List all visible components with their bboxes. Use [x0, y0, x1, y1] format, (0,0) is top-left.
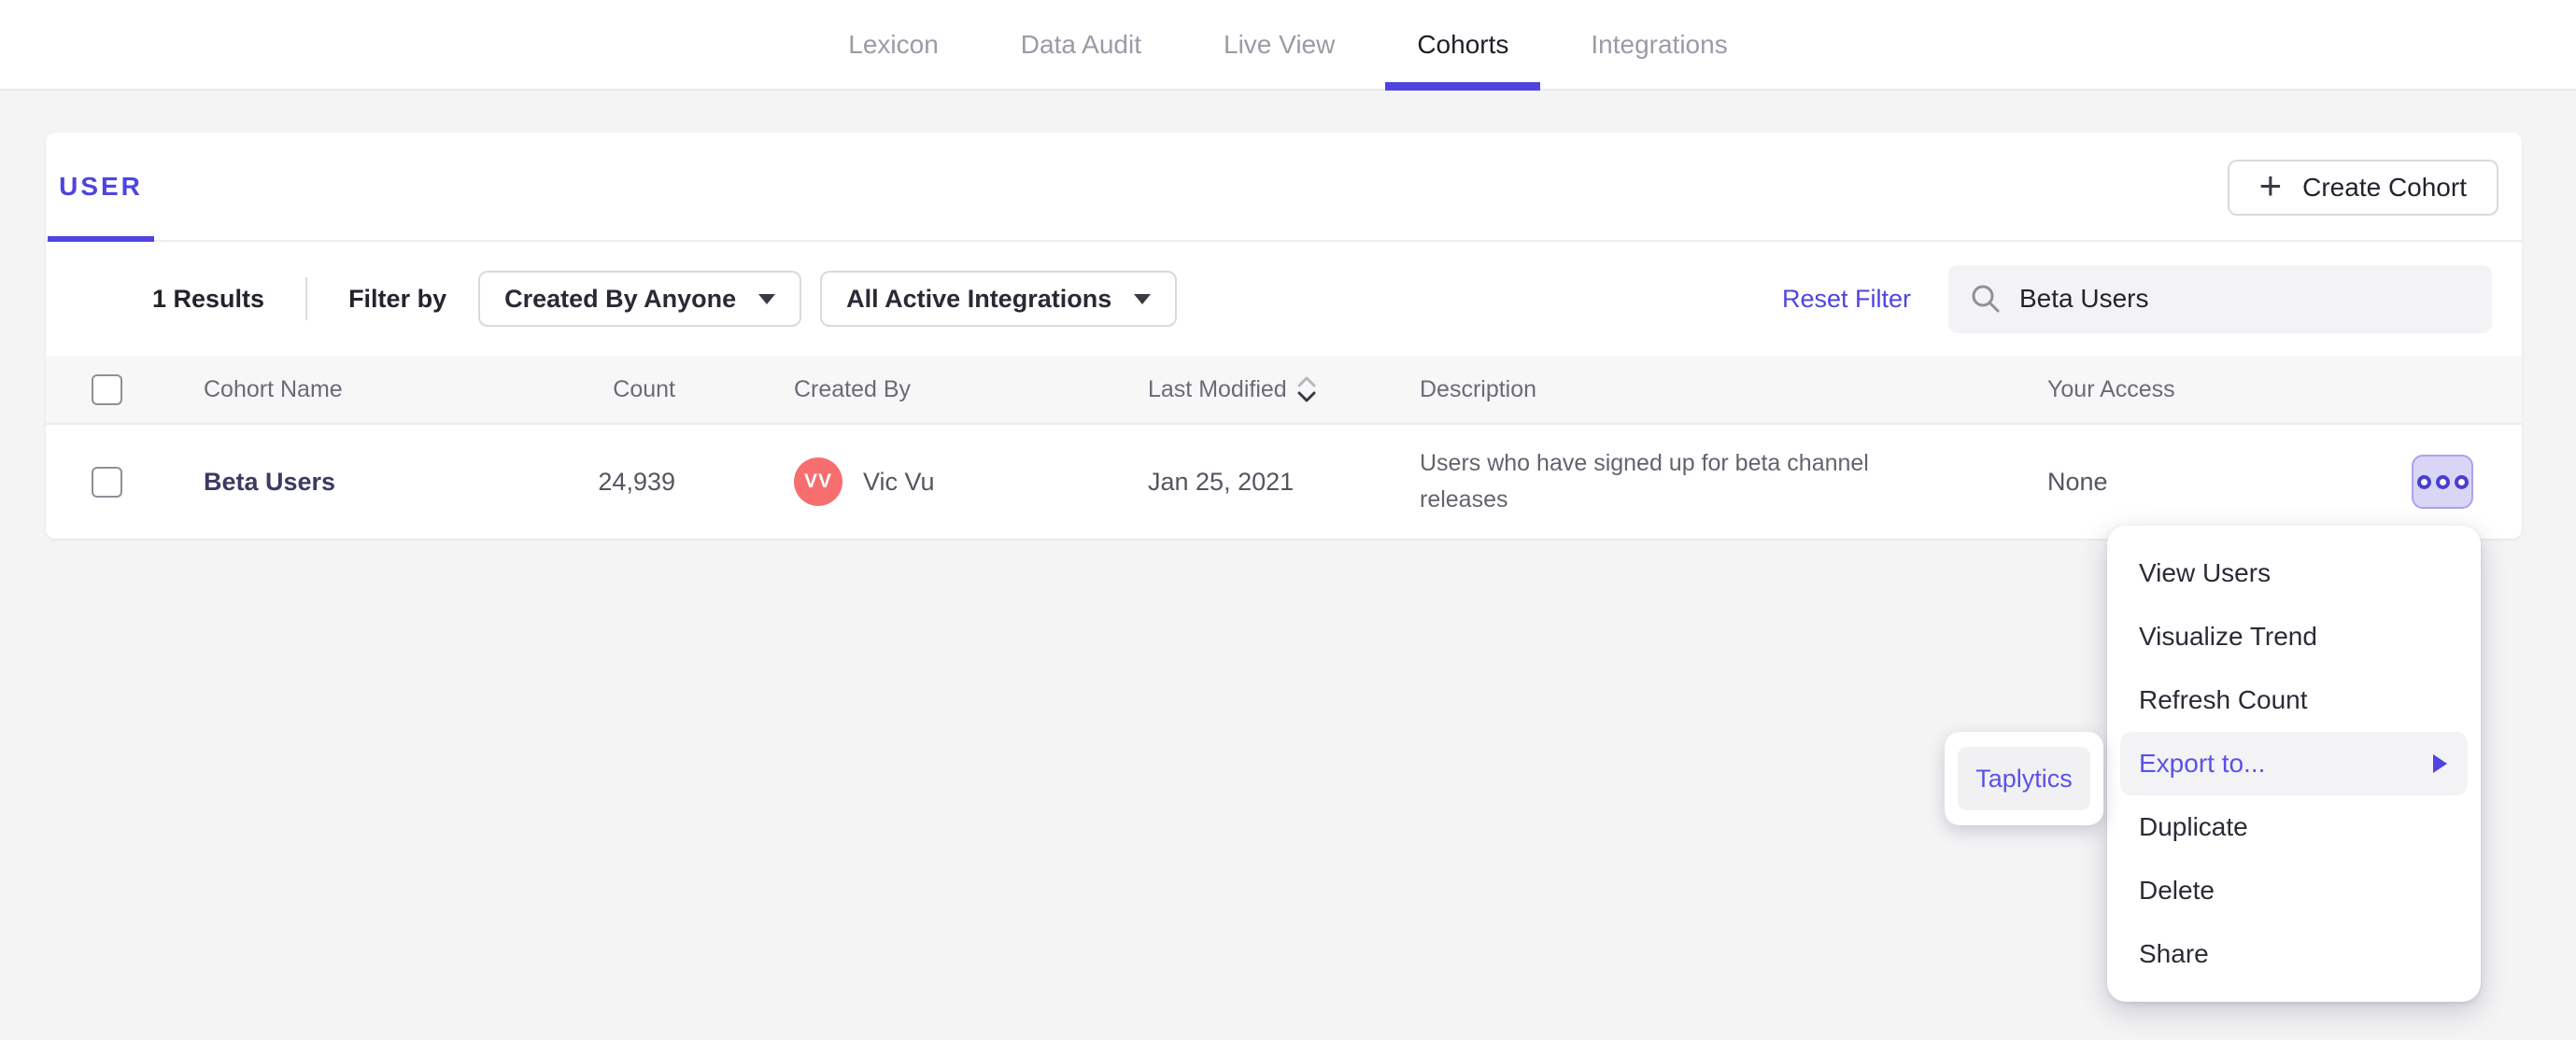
- tab-lexicon[interactable]: Lexicon: [848, 0, 939, 89]
- created-by-dropdown-label: Created By Anyone: [504, 284, 737, 313]
- caret-down-icon: [758, 293, 776, 304]
- header-created-by: Created By: [794, 375, 912, 402]
- avatar: VV: [794, 457, 842, 506]
- select-all-checkbox[interactable]: [92, 373, 122, 405]
- tab-user[interactable]: USER: [48, 133, 154, 242]
- cohort-context-menu: View Users Visualize Trend Refresh Count…: [2107, 526, 2481, 1002]
- submenu-arrow-icon: [2433, 754, 2447, 773]
- filter-by-label: Filter by: [348, 284, 447, 313]
- menu-item-refresh-count[interactable]: Refresh Count: [2107, 668, 2481, 732]
- sort-icon[interactable]: [1296, 374, 1317, 404]
- menu-item-duplicate[interactable]: Duplicate: [2107, 795, 2481, 859]
- search-box: [1948, 264, 2492, 333]
- row-checkbox[interactable]: [92, 466, 122, 498]
- submenu-item-taplytics[interactable]: Taplytics: [1958, 747, 2090, 810]
- caret-down-icon: [1134, 293, 1152, 304]
- header-description: Description: [1420, 375, 1537, 402]
- table-header-row: Cohort Name Count Created By Last Modifi…: [46, 356, 2522, 425]
- cohort-name-link[interactable]: Beta Users: [204, 468, 335, 496]
- export-submenu: Taplytics: [1945, 732, 2103, 825]
- menu-item-visualize-trend[interactable]: Visualize Trend: [2107, 605, 2481, 668]
- access-value: None: [2047, 467, 2108, 496]
- header-cohort-name: Cohort Name: [204, 375, 343, 402]
- reset-filter-link[interactable]: Reset Filter: [1782, 285, 1911, 314]
- menu-item-export-to[interactable]: Export to...: [2120, 732, 2468, 795]
- menu-item-view-users[interactable]: View Users: [2107, 541, 2481, 605]
- divider: [305, 277, 308, 320]
- tab-integrations[interactable]: Integrations: [1591, 0, 1727, 89]
- export-to-label: Export to...: [2139, 749, 2266, 778]
- menu-item-share[interactable]: Share: [2107, 922, 2481, 986]
- top-nav: Lexicon Data Audit Live View Cohorts Int…: [0, 0, 2576, 91]
- created-by-cell: VV Vic Vu: [675, 457, 1148, 506]
- creator-name: Vic Vu: [863, 467, 935, 496]
- results-count: 1 Results: [152, 284, 265, 313]
- header-your-access: Your Access: [2047, 375, 2175, 402]
- integrations-dropdown[interactable]: All Active Integrations: [820, 271, 1178, 327]
- cohorts-screen: Lexicon Data Audit Live View Cohorts Int…: [0, 0, 2576, 1040]
- last-modified-value: Jan 25, 2021: [1148, 467, 1295, 496]
- table-row: Beta Users 24,939 VV Vic Vu Jan 25, 2021…: [46, 425, 2522, 539]
- created-by-dropdown[interactable]: Created By Anyone: [478, 271, 802, 327]
- header-checkbox-cell: [46, 373, 204, 405]
- cohorts-card: USER + Create Cohort 1 Results Filter by…: [46, 133, 2522, 539]
- integrations-dropdown-label: All Active Integrations: [846, 284, 1112, 313]
- header-count: Count: [613, 375, 675, 402]
- tab-live-view[interactable]: Live View: [1224, 0, 1335, 89]
- tab-cohorts[interactable]: Cohorts: [1385, 0, 1541, 91]
- create-cohort-button[interactable]: + Create Cohort: [2227, 160, 2498, 216]
- last-modified-label: Last Modified: [1148, 375, 1287, 402]
- plus-icon: +: [2258, 163, 2283, 207]
- menu-item-delete[interactable]: Delete: [2107, 859, 2481, 922]
- filter-bar: 1 Results Filter by Created By Anyone Al…: [46, 242, 2522, 356]
- search-input[interactable]: [2019, 284, 2471, 314]
- create-cohort-label: Create Cohort: [2302, 173, 2467, 202]
- tab-data-audit[interactable]: Data Audit: [1021, 0, 1141, 89]
- ellipsis-icon: [2416, 474, 2469, 489]
- search-icon: [1972, 285, 2000, 313]
- header-last-modified[interactable]: Last Modified: [1148, 374, 1420, 404]
- row-checkbox-cell: [46, 466, 204, 498]
- card-header: USER + Create Cohort: [46, 133, 2522, 242]
- cohort-count: 24,939: [598, 467, 675, 496]
- row-actions-button[interactable]: [2412, 455, 2473, 509]
- cohort-description: Users who have signed up for beta channe…: [1420, 450, 1869, 513]
